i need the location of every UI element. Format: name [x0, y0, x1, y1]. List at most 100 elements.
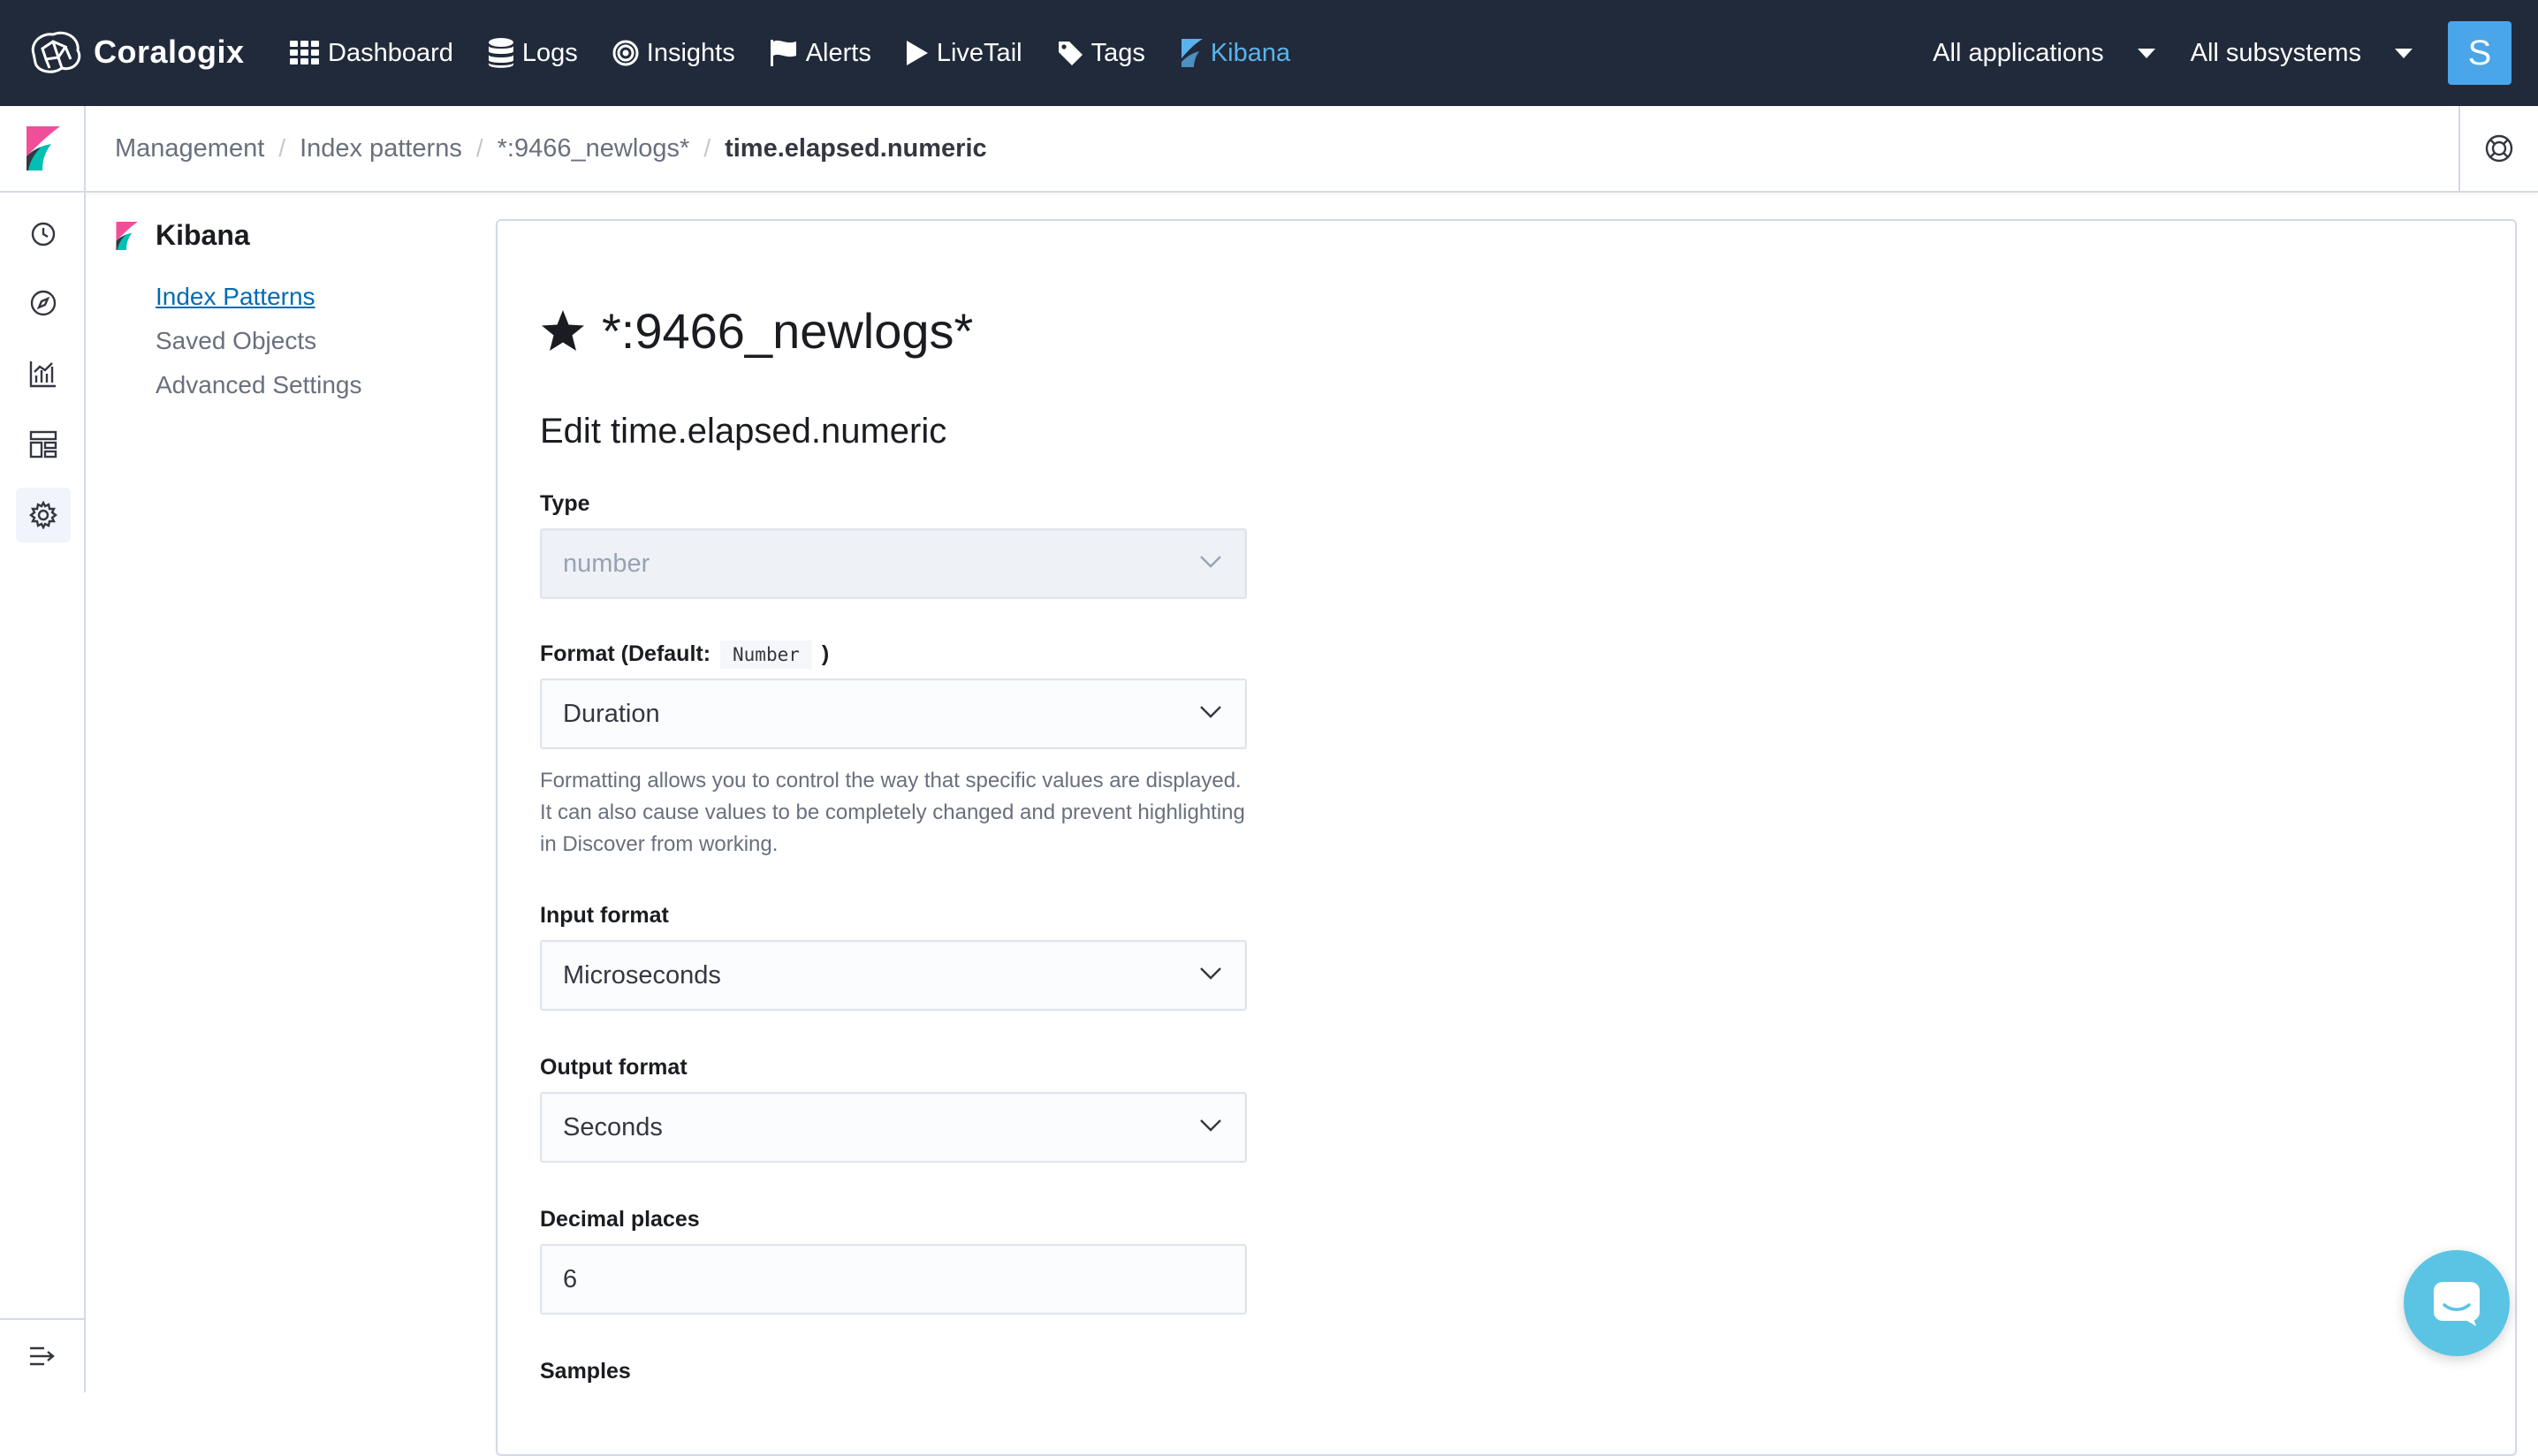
breadcrumb-separator: /	[278, 134, 286, 162]
type-select-value: number	[563, 549, 650, 578]
format-label-prefix: Format (Default:	[540, 641, 711, 666]
nav-label: Kibana	[1210, 38, 1291, 67]
gear-icon	[29, 501, 57, 529]
coralogix-logo[interactable]: Coralogix	[27, 23, 245, 81]
nav-tags[interactable]: Tags	[1057, 39, 1145, 68]
brand-name: Coralogix	[94, 34, 245, 70]
tag-icon	[1058, 42, 1083, 65]
breadcrumb-separator: /	[475, 134, 483, 162]
nav-label: Logs	[521, 38, 578, 67]
index-pattern-name: *:9466_newlogs*	[602, 303, 974, 359]
chevron-down-icon	[1200, 967, 1221, 980]
clock-icon	[31, 222, 56, 246]
nav-label: Alerts	[805, 38, 871, 67]
main-menu: Dashboard Logs Insights Alerts LiveTail …	[290, 0, 1325, 106]
management-side-nav: Kibana Index Patterns Saved Objects Adva…	[115, 219, 486, 407]
chevron-down-icon	[1200, 556, 1221, 568]
caret-down-icon	[2137, 48, 2155, 58]
chevron-down-icon	[1200, 1119, 1221, 1132]
index-pattern-title: *:9466_newlogs*	[540, 302, 973, 360]
breadcrumb-separator: /	[703, 134, 711, 162]
format-help-text: Formatting allows you to control the way…	[540, 769, 1245, 856]
chat-icon	[2434, 1282, 2480, 1326]
side-link-advanced-settings[interactable]: Advanced Settings	[156, 363, 486, 407]
output-format-label: Output format	[540, 1055, 688, 1080]
format-default-code: Number	[720, 641, 812, 669]
nav-label: Insights	[646, 38, 735, 67]
flag-icon	[770, 40, 796, 66]
samples-label: Samples	[540, 1359, 631, 1384]
side-nav-title-text: Kibana	[156, 219, 250, 251]
coralogix-brain-icon	[31, 31, 81, 73]
output-format-value: Seconds	[563, 1112, 663, 1141]
format-label-suffix: )	[821, 641, 830, 666]
visualize-chart-icon	[29, 361, 56, 388]
type-label: Type	[540, 491, 590, 516]
application-select-value: All applications	[1933, 38, 2104, 67]
format-label: Format (Default: Number )	[540, 641, 830, 669]
side-link-saved-objects[interactable]: Saved Objects	[156, 319, 486, 363]
decimal-places-value: 6	[563, 1264, 578, 1293]
input-format-value: Microseconds	[563, 960, 721, 990]
format-select-value: Duration	[563, 699, 660, 728]
play-icon	[906, 41, 928, 65]
subsystem-select-value: All subsystems	[2190, 38, 2361, 67]
kibana-logo-icon	[116, 221, 138, 250]
nav-logs[interactable]: Logs	[488, 38, 578, 68]
side-nav-links: Index Patterns Saved Objects Advanced Se…	[156, 275, 486, 407]
application-select[interactable]: All applications	[1933, 38, 2155, 68]
nav-alerts[interactable]: Alerts	[770, 39, 871, 68]
expand-nav-button[interactable]	[0, 1318, 84, 1392]
visualize-button[interactable]	[16, 346, 71, 401]
help-menu-button[interactable]	[2458, 106, 2538, 191]
breadcrumb-index-pattern[interactable]: *:9466_newlogs*	[498, 134, 690, 163]
edit-field-title: Edit time.elapsed.numeric	[540, 412, 947, 451]
nav-label: Dashboard	[328, 38, 453, 67]
grid-icon	[290, 41, 319, 64]
nav-livetail[interactable]: LiveTail	[906, 39, 1022, 68]
kibana-home-button[interactable]	[0, 106, 86, 191]
avatar-letter: S	[2467, 33, 2492, 72]
side-link-index-patterns[interactable]: Index Patterns	[156, 275, 486, 319]
kibana-header-bar: Management / Index patterns / *:9466_new…	[0, 106, 2538, 193]
decimal-places-input[interactable]: 6	[540, 1244, 1247, 1315]
edit-field-panel: *:9466_newlogs* Edit time.elapsed.numeri…	[496, 219, 2517, 1456]
insights-icon	[612, 40, 639, 66]
input-format-select[interactable]: Microseconds	[540, 940, 1247, 1011]
star-icon[interactable]	[540, 308, 586, 354]
dashboard-button[interactable]	[16, 417, 71, 472]
nav-label: LiveTail	[936, 38, 1022, 67]
menu-expand-icon	[29, 1346, 55, 1366]
output-format-select[interactable]: Seconds	[540, 1092, 1247, 1163]
caret-down-icon	[2395, 48, 2413, 58]
lifebuoy-icon	[2485, 134, 2513, 163]
side-nav-title: Kibana	[115, 219, 486, 252]
kibana-app-rail	[0, 193, 86, 1392]
breadcrumb-management[interactable]: Management	[115, 134, 264, 163]
nav-label: Tags	[1090, 38, 1145, 67]
chat-launcher-button[interactable]	[2404, 1250, 2510, 1356]
compass-icon	[30, 290, 57, 316]
nav-insights[interactable]: Insights	[612, 39, 735, 68]
breadcrumb-index-patterns[interactable]: Index patterns	[300, 134, 462, 163]
chevron-down-icon	[1200, 706, 1221, 718]
subsystem-select[interactable]: All subsystems	[2191, 39, 2413, 68]
decimal-places-label: Decimal places	[540, 1207, 700, 1232]
kibana-icon	[1181, 39, 1203, 67]
input-format-label: Input format	[540, 903, 669, 928]
nav-right-controls: All applications All subsystems S	[1933, 0, 2511, 106]
breadcrumb: Management / Index patterns / *:9466_new…	[115, 106, 987, 191]
discover-button[interactable]	[16, 276, 71, 330]
nav-kibana[interactable]: Kibana	[1180, 39, 1290, 68]
format-select[interactable]: Duration	[540, 679, 1247, 749]
breadcrumb-current: time.elapsed.numeric	[725, 133, 987, 163]
database-icon	[488, 38, 513, 68]
kibana-logo-icon	[26, 126, 60, 171]
user-avatar[interactable]: S	[2448, 21, 2511, 85]
nav-dashboard[interactable]: Dashboard	[290, 39, 453, 68]
recently-viewed-button[interactable]	[16, 207, 71, 262]
dashboard-icon	[29, 430, 57, 459]
top-nav-bar: Coralogix Dashboard Logs Insights Alerts…	[0, 0, 2538, 106]
type-select: number	[540, 528, 1247, 599]
management-button[interactable]	[16, 488, 71, 542]
